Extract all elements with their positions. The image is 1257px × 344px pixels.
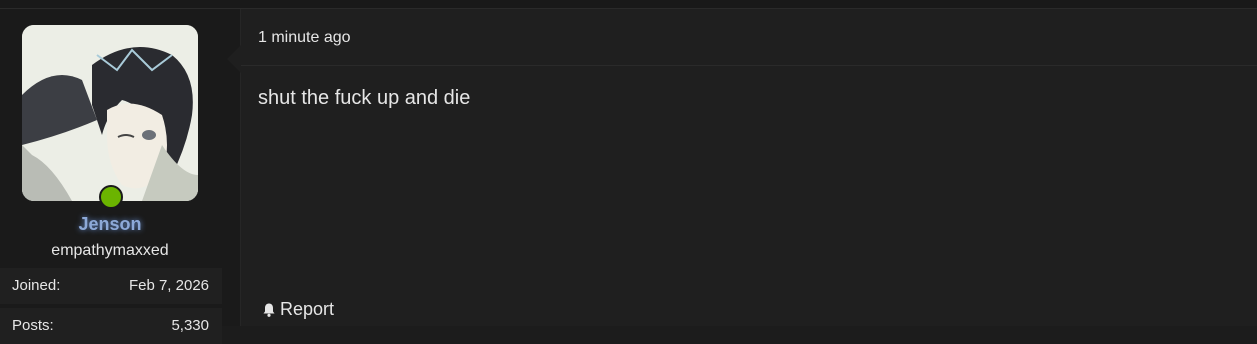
user-sidebar: Jenson empathymaxxed Joined: Feb 7, 2026… — [0, 9, 241, 344]
stat-value: Feb 7, 2026 — [128, 277, 209, 294]
report-button[interactable]: Report — [261, 299, 334, 320]
stat-row-joined: Joined: Feb 7, 2026 — [0, 268, 222, 304]
top-divider — [0, 0, 1257, 9]
avatar[interactable] — [22, 25, 198, 201]
stat-label: Joined: — [12, 277, 61, 294]
bell-icon — [263, 303, 275, 317]
online-status-indicator — [99, 185, 123, 209]
post-pointer — [227, 45, 241, 73]
post-timestamp[interactable]: 1 minute ago — [258, 29, 351, 47]
user-title: empathymaxxed — [51, 242, 169, 259]
post-content: shut the fuck up and die — [258, 87, 471, 109]
avatar-image — [22, 25, 198, 201]
report-label: Report — [280, 299, 335, 319]
post-header: 1 minute ago — [241, 9, 1257, 66]
post-body: 1 minute ago shut the fuck up and die Re… — [227, 9, 1257, 326]
stat-row-posts: Posts: 5,330 — [0, 308, 222, 344]
username[interactable]: Jenson — [0, 214, 220, 235]
